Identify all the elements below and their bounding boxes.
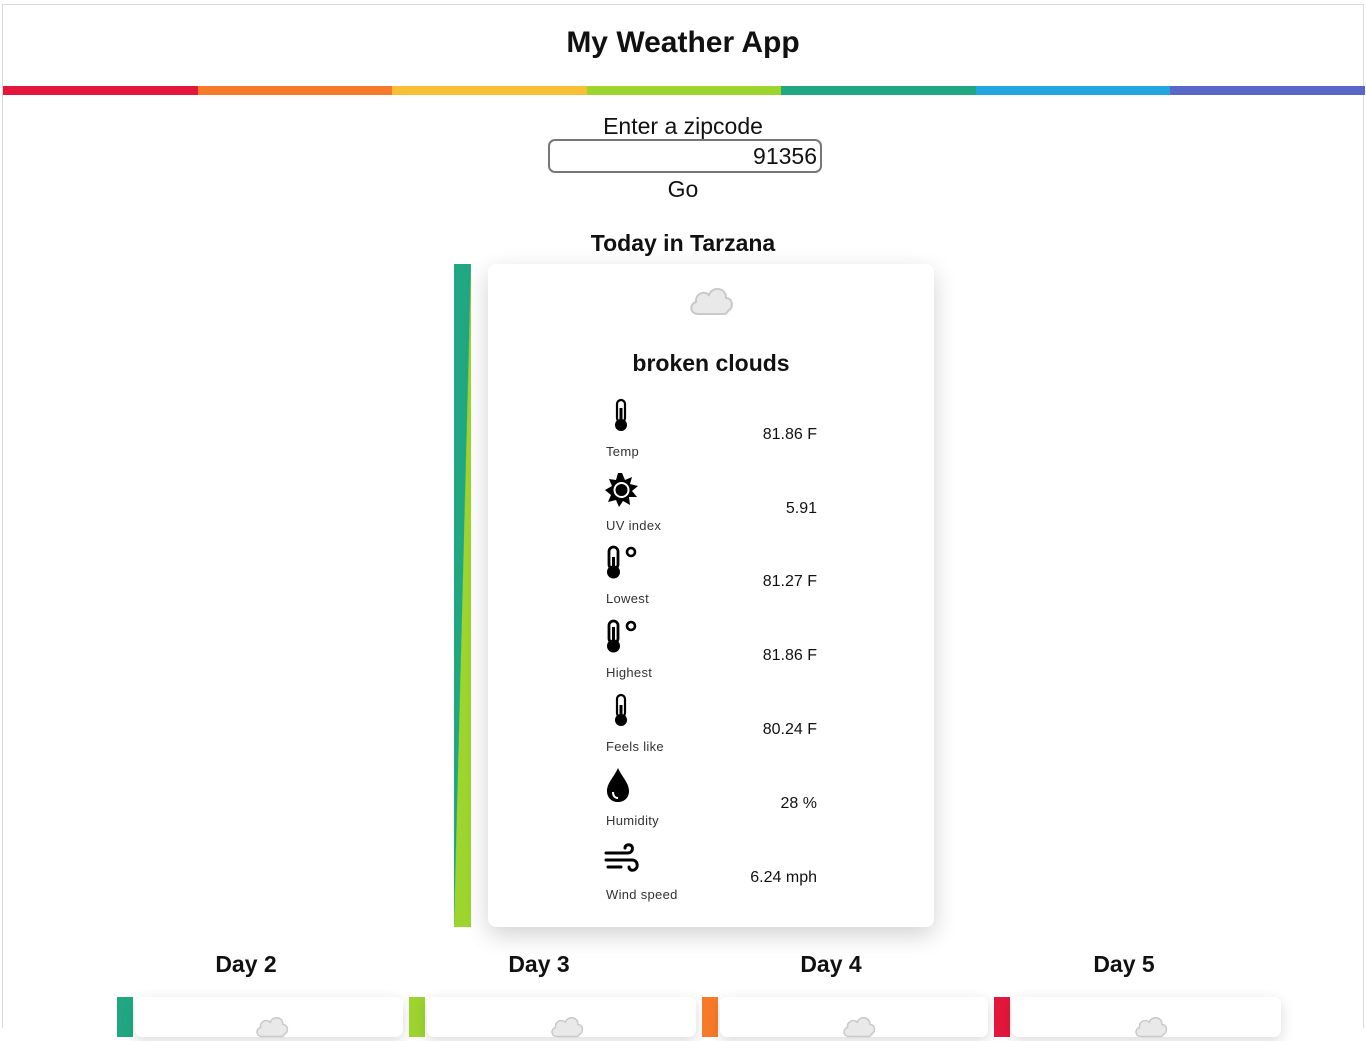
droplet-icon (607, 768, 629, 802)
forecast-card (135, 997, 403, 1038)
rainbow-segment (392, 86, 587, 95)
wind-icon (604, 843, 639, 872)
cloud-icon (1135, 1017, 1168, 1038)
thermometer-degree-icon (607, 545, 637, 579)
app-title: My Weather App (566, 26, 800, 59)
weather-condition: broken clouds (632, 350, 790, 376)
stat-highest: Highest 81.86 F (488, 619, 934, 689)
sun-icon (605, 473, 638, 507)
forecast-card (427, 997, 696, 1038)
today-accent-stripe (454, 264, 471, 927)
stat-value: 28 % (780, 795, 817, 812)
stat-value: 81.86 F (762, 647, 817, 664)
zipcode-input[interactable] (548, 139, 822, 173)
today-heading: Today in Tarzana (590, 230, 776, 256)
stat-label: Wind speed (606, 887, 678, 902)
stat-label: Temp (606, 444, 639, 459)
thermometer-degree-icon (607, 619, 637, 653)
forecast-accent-stripe (409, 997, 425, 1037)
stat-value: 80.24 F (762, 721, 817, 738)
stat-label: Lowest (606, 591, 649, 606)
thermometer-icon (615, 398, 627, 431)
cloud-icon (256, 1017, 289, 1038)
today-weather-card: broken clouds Temp 81.86 F UV index 5.91… (488, 264, 934, 927)
forecast-card (720, 997, 988, 1038)
forecast-day-heading: Day 5 (1093, 951, 1155, 977)
stat-wind-speed: Wind speed 6.24 mph (488, 841, 934, 911)
stat-feels-like: Feels like 80.24 F (488, 693, 934, 763)
stat-label: Humidity (606, 813, 659, 828)
rainbow-segment (975, 86, 1171, 95)
rainbow-segment (781, 86, 976, 95)
stat-humidity: Humidity 28 % (488, 767, 934, 837)
stat-temp: Temp 81.86 F (488, 398, 934, 468)
stat-label: Highest (606, 665, 653, 680)
rainbow-bar (3, 86, 1366, 95)
stat-label: UV index (606, 518, 662, 533)
thermometer-icon (615, 693, 627, 726)
stat-label: Feels like (606, 739, 664, 754)
stat-lowest: Lowest 81.27 F (488, 545, 934, 615)
forecast-accent-stripe (117, 997, 133, 1037)
forecast-day-heading: Day 2 (215, 951, 277, 977)
forecast-day-heading: Day 3 (508, 951, 570, 977)
go-button[interactable]: Go (643, 174, 723, 204)
rainbow-segment (1170, 86, 1366, 95)
zipcode-label: Enter a zipcode (603, 113, 763, 139)
stat-uv-index: UV index 5.91 (488, 472, 934, 542)
forecast-card (1012, 997, 1281, 1038)
stat-value: 81.86 F (762, 426, 817, 443)
forecast-accent-stripe (702, 997, 718, 1037)
cloud-icon (843, 1017, 876, 1038)
rainbow-segment (197, 86, 393, 95)
rainbow-segment (3, 86, 198, 95)
forecast-day-heading: Day 4 (800, 951, 862, 977)
cloud-icon (690, 288, 733, 315)
cloud-icon (551, 1017, 584, 1038)
forecast-accent-stripe (994, 997, 1010, 1037)
stat-value: 81.27 F (762, 573, 817, 590)
stat-value: 5.91 (785, 500, 817, 517)
stat-value: 6.24 mph (750, 869, 817, 886)
rainbow-segment (586, 86, 782, 95)
